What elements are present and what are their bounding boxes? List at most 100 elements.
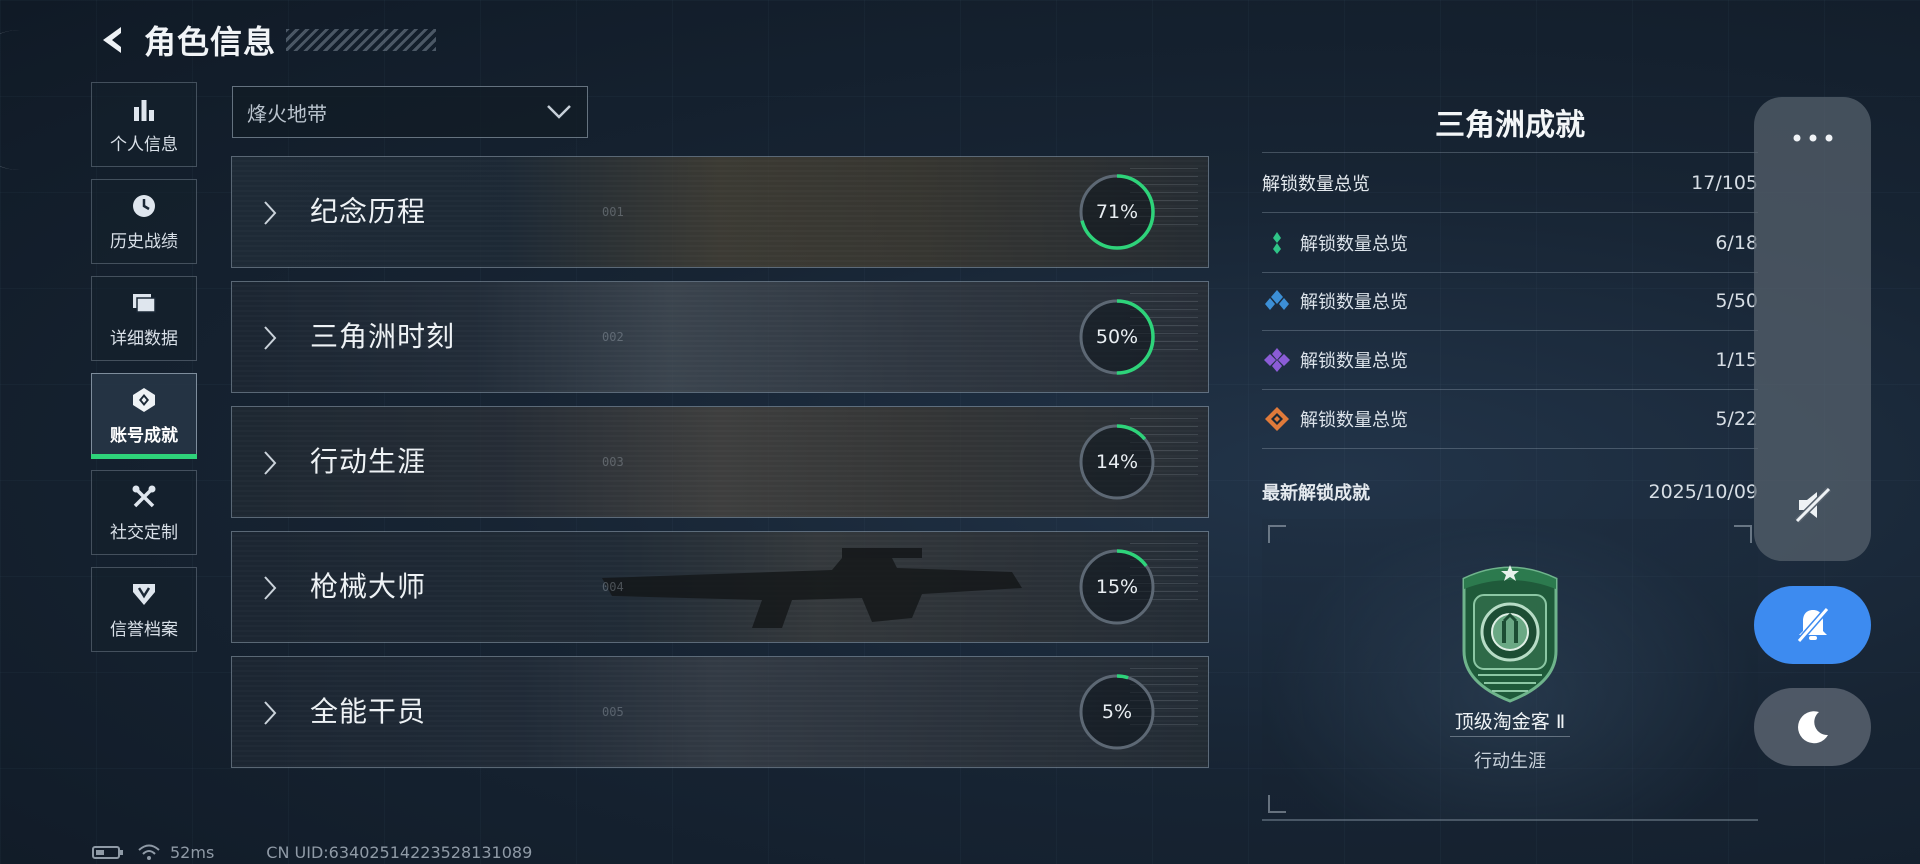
tier-label: 解锁数量总览 <box>1300 292 1408 313</box>
progress-ring: 50% <box>1078 298 1156 376</box>
category-item[interactable]: 三角洲时刻 002 50% <box>231 281 1209 393</box>
chevron-down-icon <box>547 105 571 119</box>
more-options-button[interactable] <box>1754 108 1871 168</box>
green-diamond-icon <box>1273 232 1281 254</box>
sidebar-item-label: 详细数据 <box>110 329 178 349</box>
category-title: 纪念历程 <box>310 195 427 228</box>
history-clock-icon <box>129 191 159 221</box>
tier-label: 解锁数量总览 <box>1300 234 1408 255</box>
category-number: 001 <box>602 205 624 219</box>
night-mode-button[interactable] <box>1754 688 1871 766</box>
more-dots-icon <box>1793 134 1832 142</box>
progress-ring: 5% <box>1078 673 1156 751</box>
blue-diamond-icon <box>1265 290 1289 310</box>
sidebar-item-personal-info[interactable]: 个人信息 <box>91 82 197 167</box>
tier-value: 5/22 <box>1715 408 1758 430</box>
folder-stack-icon <box>129 288 159 318</box>
rifle-illustration <box>602 548 1022 628</box>
page-header: 角色信息 <box>92 18 437 62</box>
category-item[interactable]: 全能干员 005 5% <box>231 656 1209 768</box>
back-arrow-icon <box>103 27 121 53</box>
category-number: 002 <box>602 330 624 344</box>
sidebar-item-achievements[interactable]: 账号成就 <box>91 373 197 459</box>
category-title: 枪械大师 <box>310 570 427 603</box>
title-decoration <box>286 29 437 51</box>
achievement-badge-name: 顶级淘金客 Ⅱ <box>1454 711 1566 733</box>
unlock-total-row: 解锁数量总览 17/105 <box>1262 154 1758 212</box>
progress-percent: 15% <box>1095 576 1139 598</box>
tier-label: 解锁数量总览 <box>1300 410 1408 431</box>
progress-ring: 15% <box>1078 548 1156 626</box>
category-item[interactable]: 行动生涯 003 14% <box>231 406 1209 518</box>
latest-unlock-date: 2025/10/09 <box>1648 481 1758 503</box>
mode-dropdown[interactable]: 烽火地带 <box>232 86 588 138</box>
progress-ring: 71% <box>1078 173 1156 251</box>
mute-button[interactable] <box>1754 466 1871 544</box>
progress-percent: 71% <box>1095 201 1139 223</box>
progress-ring: 14% <box>1078 423 1156 501</box>
sidebar-item-label: 个人信息 <box>110 135 178 155</box>
category-title: 全能干员 <box>310 695 427 728</box>
category-item[interactable]: 纪念历程 001 71% <box>231 156 1209 268</box>
mode-dropdown-value: 烽火地带 <box>247 101 327 126</box>
sidebar-nav: 个人信息 历史战绩 详细数据 账号成就 社交定制 信誉档案 <box>91 82 199 664</box>
bar-chart-icon <box>129 94 159 124</box>
sidebar-item-history[interactable]: 历史战绩 <box>91 179 197 264</box>
mute-icon <box>1794 486 1831 524</box>
sidebar-item-social[interactable]: 社交定制 <box>91 470 197 555</box>
chevron-right-icon <box>264 326 277 350</box>
sidebar-item-label: 历史战绩 <box>110 232 178 252</box>
achievement-icon <box>129 385 159 415</box>
edge-handle <box>0 30 23 170</box>
latest-unlock-row: 最新解锁成就 2025/10/09 <box>1262 463 1758 521</box>
wifi-icon <box>138 844 160 860</box>
sidebar-item-label: 社交定制 <box>110 523 178 543</box>
latest-achievement-card[interactable]: 顶级淘金客 Ⅱ 行动生涯 <box>1262 519 1758 821</box>
category-number: 004 <box>602 580 624 594</box>
unlock-total-value: 17/105 <box>1691 172 1758 194</box>
chevron-right-icon <box>264 451 277 475</box>
achievement-panel-title: 三角洲成就 <box>1435 108 1585 143</box>
notification-off-button[interactable] <box>1754 586 1871 664</box>
tier-label: 解锁数量总览 <box>1300 351 1408 372</box>
page-title: 角色信息 <box>144 23 277 61</box>
tools-icon <box>129 482 159 512</box>
latest-unlock-label: 最新解锁成就 <box>1262 483 1370 504</box>
chevron-right-icon <box>264 576 277 600</box>
category-title: 三角洲时刻 <box>310 320 456 353</box>
chevron-right-icon <box>264 201 277 225</box>
category-title: 行动生涯 <box>310 445 427 478</box>
progress-percent: 5% <box>1101 701 1133 723</box>
progress-percent: 50% <box>1095 326 1139 348</box>
category-item[interactable]: 枪械大师 004 15% <box>231 531 1209 643</box>
tier-row: 解锁数量总览 5/50 <box>1262 272 1758 330</box>
achievement-badge-icon <box>1450 555 1570 705</box>
purple-diamond-icon <box>1264 348 1290 372</box>
credit-shield-icon <box>129 579 159 609</box>
tier-value: 6/18 <box>1715 232 1758 254</box>
tier-value: 5/50 <box>1715 290 1758 312</box>
uid-text: CN UID:6340251422352813108​9 <box>266 842 533 862</box>
progress-percent: 14% <box>1095 451 1139 473</box>
tier-row: 解锁数量总览 5/22 <box>1262 390 1758 448</box>
tier-value: 1/15 <box>1715 349 1758 371</box>
ping-text: 52ms <box>170 842 215 862</box>
sidebar-item-label: 账号成就 <box>110 426 178 446</box>
notification-off-icon <box>1796 607 1829 643</box>
night-mode-icon <box>1797 711 1828 744</box>
back-button[interactable] <box>92 20 132 60</box>
status-bar: 52ms CN UID:6340251422352813108​9 <box>92 842 532 862</box>
tier-row: 解锁数量总览 6/18 <box>1262 214 1758 272</box>
achievement-category-list: 纪念历程 001 71% 三角洲时刻 002 50% 行动生涯 003 14% … <box>231 156 1209 781</box>
chevron-right-icon <box>264 701 277 725</box>
category-number: 005 <box>602 705 624 719</box>
battery-icon <box>92 845 123 859</box>
sidebar-item-credit[interactable]: 信誉档案 <box>91 567 197 652</box>
achievement-badge-category: 行动生涯 <box>1474 751 1546 772</box>
unlock-total-label: 解锁数量总览 <box>1262 174 1370 195</box>
orange-diamond-icon <box>1265 407 1289 431</box>
tier-row: 解锁数量总览 1/15 <box>1262 331 1758 389</box>
category-number: 003 <box>602 455 624 469</box>
sidebar-item-label: 信誉档案 <box>110 620 178 640</box>
sidebar-item-detail-data[interactable]: 详细数据 <box>91 276 197 361</box>
